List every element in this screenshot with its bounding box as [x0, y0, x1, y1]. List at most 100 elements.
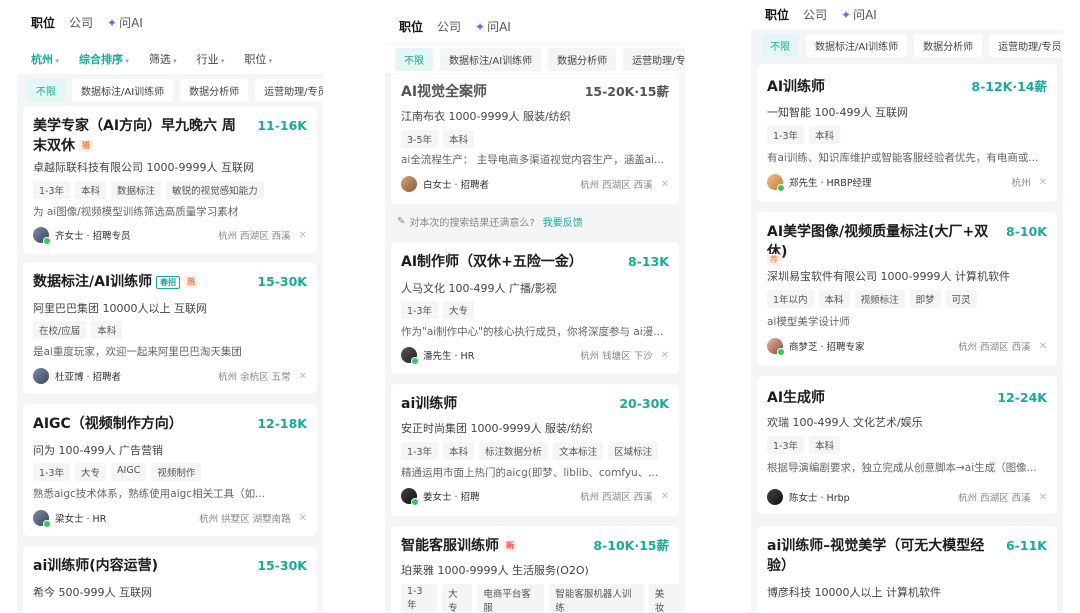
job-card[interactable]: 美学专家（AI方向）早九晚六 周末双休猎 11-16K 卓越际联科技有限公司 1… — [23, 106, 317, 254]
company-info: 人马文化 100-499人 广播/影视 — [401, 282, 557, 295]
chip-data-analyst[interactable]: 数据分析师 — [548, 47, 617, 71]
chip-operations[interactable]: 运营助理/专员 — [255, 78, 323, 102]
job-location: 杭州 — [1011, 178, 1031, 189]
close-icon[interactable]: ✕ — [661, 350, 669, 361]
recruiter-name: 梁女士 · HR — [55, 514, 107, 525]
recruiter-name: 齐女士 · 招聘专员 — [55, 231, 131, 242]
chip-data-labeling[interactable]: 数据标注/AI训练师 — [806, 33, 908, 57]
job-card[interactable]: ai训练师 20-30K 安正时尚集团 1000-9999人 服装/纺织 1-3… — [391, 384, 679, 516]
tag-list: 1-3年 大专 电商平台客服 智能客服机器人训练 美妆 — [401, 584, 679, 613]
chip-operations[interactable]: 运营助理/专员 — [989, 33, 1063, 57]
filter-industry[interactable]: 行业 — [197, 51, 225, 67]
chip-data-labeling[interactable]: 数据标注/AI训练师 — [72, 78, 174, 102]
avatar — [33, 368, 49, 384]
tag-list: 1年以内 本科 视频标注 即梦 可灵 — [767, 290, 977, 308]
close-icon[interactable]: ✕ — [1039, 492, 1047, 503]
chip-data-analyst[interactable]: 数据分析师 — [914, 33, 983, 57]
chip-all[interactable]: 不限 — [761, 33, 799, 57]
job-list-panel-2: 职位 公司 ✦问AI 不限 数据标注/AI训练师 数据分析师 运营助理/专员 A… — [385, 0, 685, 613]
company-info: 一知智能 100-499人 互联网 — [767, 106, 908, 119]
close-icon[interactable]: ✕ — [661, 179, 669, 190]
recruiter-row: 陈女士 · Hrbp 杭州 西湖区 西溪 ✕ — [767, 488, 1047, 506]
tab-ask-ai[interactable]: ✦ 问AI — [107, 14, 143, 31]
tag: 1-3年 — [401, 442, 439, 460]
tab-position[interactable]: 职位 — [765, 6, 789, 23]
job-card[interactable]: AI美学图像/视频质量标注(大厂+双休) 8-10K 荐 深圳易宝软件有限公司 … — [757, 212, 1057, 366]
job-location: 杭州 钱塘区 下沙 — [580, 351, 653, 362]
close-icon[interactable]: ✕ — [1039, 177, 1047, 188]
job-card[interactable]: AIGC（视频制作方向） 12-18K 问为 100-499人 广告营销 1-3… — [23, 404, 317, 536]
job-location: 杭州 拱墅区 湖墅南路 — [199, 514, 291, 525]
sparkle-icon: ✦ — [475, 19, 486, 34]
job-card[interactable]: ai训练师(内容运营) 15-30K 希今 500-999人 互联网 — [23, 546, 317, 613]
close-icon[interactable]: ✕ — [1039, 341, 1047, 352]
tag: 本科 — [809, 436, 841, 454]
job-card[interactable]: AI视觉全案师 15-20K·15薪 江南布衣 1000-9999人 服装/纺织… — [391, 74, 679, 204]
tab-company[interactable]: 公司 — [803, 6, 827, 23]
job-card[interactable]: AI制作师（双休+五险一金） 8-13K 人马文化 100-499人 广播/影视… — [391, 242, 679, 374]
tag-list: 在校/应届 本科 — [33, 321, 123, 339]
company-info: 博彦科技 10000人以上 计算机软件 — [767, 586, 941, 599]
company-info: 江南布衣 1000-9999人 服装/纺织 — [401, 110, 571, 123]
tag: 1-3年 — [33, 463, 71, 481]
close-icon[interactable]: ✕ — [299, 230, 307, 241]
tab-ask-ai[interactable]: ✦ 问AI — [841, 6, 877, 23]
job-card[interactable]: AI生成师 12-24K 欢瑞 100-499人 文化艺术/娱乐 1-3年 本科… — [757, 376, 1057, 514]
tab-company[interactable]: 公司 — [437, 18, 461, 35]
tag-list: 3-5年 本科 — [401, 130, 475, 148]
job-card[interactable]: 智能客服训练师新 8-10K·15薪 珀莱雅 1000-9999人 生活服务(O… — [391, 526, 679, 613]
chip-data-labeling[interactable]: 数据标注/AI训练师 — [440, 47, 542, 71]
feedback-link[interactable]: 我要反馈 — [543, 214, 583, 229]
job-card[interactable]: ai训练师–视觉美学（可无大模型经验） 6-11K 博彦科技 10000人以上 … — [757, 526, 1057, 613]
job-title: AI生成师 — [767, 390, 826, 406]
top-bar: 职位 公司 ✦ 问AI — [751, 0, 1063, 30]
filter-screen[interactable]: 筛选 — [149, 51, 177, 67]
close-icon[interactable]: ✕ — [299, 371, 307, 382]
job-location: 杭州 余杭区 五常 — [218, 372, 291, 383]
tag: 可灵 — [945, 290, 977, 308]
job-title: ai训练师 — [401, 396, 458, 412]
tag: 大专 — [75, 463, 107, 481]
tag: 在校/应届 — [33, 321, 87, 339]
company-info: 希今 500-999人 互联网 — [33, 586, 152, 599]
category-chips: 不限 数据标注/AI训练师 数据分析师 运营助理/专员 — [17, 76, 323, 104]
job-location: 杭州 西湖区 西溪 — [580, 492, 653, 503]
tag: 1-3年 — [33, 181, 71, 199]
filter-position[interactable]: 职位 — [244, 51, 272, 67]
job-card[interactable]: AI训练师 8-12K·14薪 一知智能 100-499人 互联网 1-3年 本… — [757, 64, 1057, 202]
chip-all[interactable]: 不限 — [395, 47, 433, 71]
tab-position[interactable]: 职位 — [31, 14, 55, 31]
job-card[interactable]: 数据标注/AI训练师 春招热 15-30K 阿里巴巴集团 10000人以上 互联网… — [23, 262, 317, 394]
tag: 智能客服机器人训练 — [549, 584, 644, 613]
tag: 本科 — [443, 130, 475, 148]
job-title: 数据标注/AI训练师 春招热 — [33, 272, 199, 292]
new-badge: 新 — [503, 540, 517, 552]
avatar — [767, 174, 785, 192]
recruiter-name: 姜女士 · 招聘 — [423, 492, 480, 503]
tab-position[interactable]: 职位 — [399, 18, 423, 35]
recruiter-row: 齐女士 · 招聘专员 杭州 西湖区 西溪 ✕ — [33, 226, 307, 245]
job-title: 智能客服训练师新 — [401, 536, 517, 556]
salary: 8-13K — [628, 254, 669, 269]
recruiter-name: 陈女士 · Hrbp — [789, 493, 850, 504]
filter-sort[interactable]: 综合排序 — [79, 51, 129, 67]
job-location: 杭州 西湖区 西溪 — [580, 180, 653, 191]
salary: 8-10K — [1006, 224, 1047, 239]
job-desc: ai模型美学设计师 — [767, 316, 850, 328]
tag: 1-3年 — [767, 436, 805, 454]
job-location: 杭州 西湖区 西溪 — [218, 231, 291, 242]
close-icon[interactable]: ✕ — [661, 491, 669, 502]
job-title: AI视觉全案师 — [401, 84, 488, 100]
job-desc: 为 ai图像/视频模型训练筛选高质量学习素材 — [33, 206, 239, 218]
tag: 本科 — [75, 181, 107, 199]
filter-city[interactable]: 杭州 — [31, 51, 59, 67]
job-desc: 根据导演编剧要求，独立完成从创意脚本→ai生成（图像... — [767, 462, 1037, 474]
tab-company[interactable]: 公司 — [69, 14, 93, 31]
tag-list: 1-3年 本科 数据标注 敏锐的视觉感知能力 — [33, 181, 264, 199]
chip-all[interactable]: 不限 — [27, 78, 65, 102]
chip-operations[interactable]: 运营助理/专员 — [623, 47, 685, 71]
tab-ask-ai[interactable]: ✦ 问AI — [475, 18, 511, 35]
close-icon[interactable]: ✕ — [299, 513, 307, 524]
recruiter-row: 梁女士 · HR 杭州 拱墅区 湖墅南路 ✕ — [33, 509, 307, 528]
chip-data-analyst[interactable]: 数据分析师 — [180, 78, 249, 102]
